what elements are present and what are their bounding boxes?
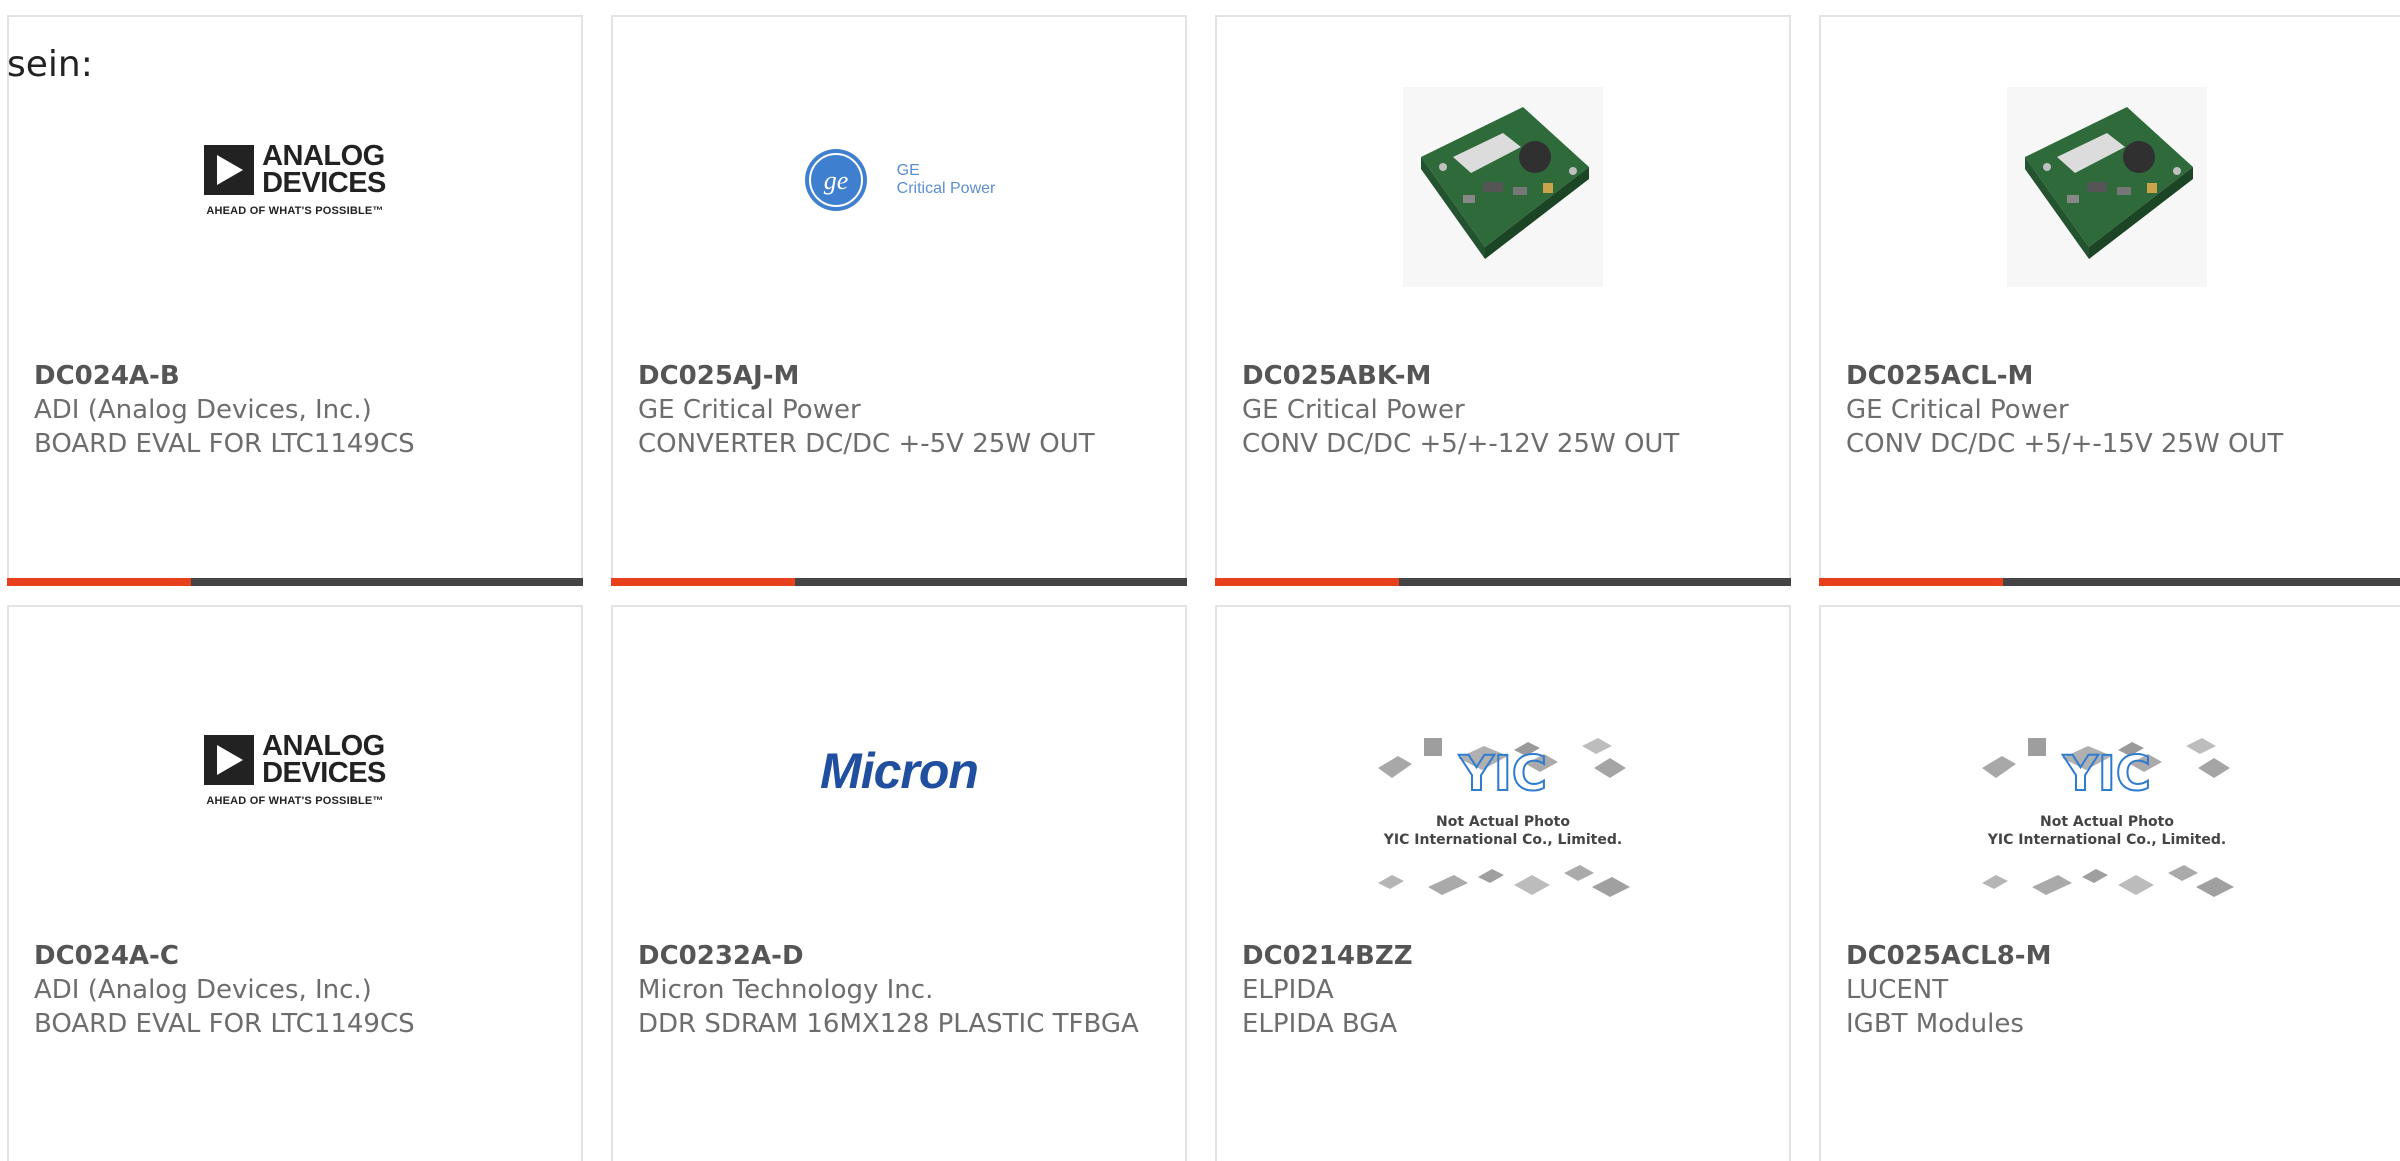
pcb-board-photo xyxy=(1403,87,1603,287)
manufacturer: Micron Technology Inc. xyxy=(638,975,934,1005)
ge-critical-power-logo: ge GE Critical Power xyxy=(803,147,996,213)
part-number-link[interactable]: DC025AJ-M xyxy=(638,359,1165,393)
logo-tagline: AHEAD OF WHAT'S POSSIBLE™ xyxy=(206,205,384,217)
card-bottom-bar xyxy=(1215,578,1791,586)
svg-text:YIC: YIC xyxy=(1458,746,1547,793)
product-image[interactable]: YIC Not Actual Photo YIC International C… xyxy=(1217,697,1789,937)
adi-triangle-icon xyxy=(204,145,255,195)
svg-text:ge: ge xyxy=(823,166,848,195)
chip-row-icon: YIC xyxy=(1378,737,1626,793)
manufacturer: ELPIDA xyxy=(1242,975,1334,1005)
logo-tagline: AHEAD OF WHAT'S POSSIBLE™ xyxy=(206,795,384,807)
intro-text: sein: xyxy=(7,44,93,85)
yic-placeholder: YIC Not Actual Photo YIC International C… xyxy=(1368,728,1638,907)
product-image[interactable] xyxy=(1821,87,2393,287)
chip-row-icon xyxy=(1982,864,2234,897)
analog-devices-logo: ANALOG DEVICES AHEAD OF WHAT'S POSSIBLE™ xyxy=(204,140,386,217)
placeholder-line2: YIC International Co., Limited. xyxy=(1987,831,2227,848)
product-image[interactable]: ANALOG DEVICES AHEAD OF WHAT'S POSSIBLE™ xyxy=(9,677,581,877)
chip-row-icon xyxy=(1378,864,1630,897)
logo-line1: ANALOG xyxy=(262,140,385,172)
placeholder-line1: Not Actual Photo xyxy=(1436,813,1570,830)
part-number-link[interactable]: DC0214BZZ xyxy=(1242,939,1769,973)
analog-devices-logo: ANALOG DEVICES AHEAD OF WHAT'S POSSIBLE™ xyxy=(204,730,386,807)
product-card[interactable]: ge GE Critical Power DC025AJ-M GE Critic… xyxy=(611,15,1187,586)
part-number-link[interactable]: DC024A-B xyxy=(34,359,561,393)
card-bottom-bar xyxy=(611,578,1187,586)
yic-placeholder: YIC Not Actual Photo YIC International C… xyxy=(1972,728,2242,907)
product-card[interactable]: YIC Not Actual Photo YIC International C… xyxy=(1819,605,2400,1161)
product-image[interactable]: Micron xyxy=(613,677,1185,877)
part-number-link[interactable]: DC024A-C xyxy=(34,939,561,973)
description: BOARD EVAL FOR LTC1149CS xyxy=(34,1009,415,1039)
pcb-board-photo xyxy=(2007,87,2207,287)
product-card[interactable]: DC025ACL-M GE Critical Power CONV DC/DC … xyxy=(1819,15,2400,586)
product-image[interactable] xyxy=(1217,87,1789,287)
logo-line1: ANALOG xyxy=(262,730,385,762)
logo-line1: GE xyxy=(896,162,920,179)
product-image[interactable]: YIC Not Actual Photo YIC International C… xyxy=(1821,697,2393,937)
product-card[interactable]: DC025ABK-M GE Critical Power CONV DC/DC … xyxy=(1215,15,1791,586)
product-card[interactable]: ANALOG DEVICES AHEAD OF WHAT'S POSSIBLE™… xyxy=(7,15,583,586)
logo-line2: DEVICES xyxy=(262,757,386,789)
micron-logo: Micron xyxy=(820,743,979,799)
manufacturer: GE Critical Power xyxy=(1242,395,1465,425)
product-card[interactable]: Micron DC0232A-D Micron Technology Inc. … xyxy=(611,605,1187,1161)
svg-text:YIC: YIC xyxy=(2062,746,2151,793)
part-number-link[interactable]: DC025ACL8-M xyxy=(1846,939,2387,973)
manufacturer: GE Critical Power xyxy=(1846,395,2069,425)
product-card[interactable]: YIC Not Actual Photo YIC International C… xyxy=(1215,605,1791,1161)
description: IGBT Modules xyxy=(1846,1009,2024,1039)
manufacturer: LUCENT xyxy=(1846,975,1949,1005)
manufacturer: ADI (Analog Devices, Inc.) xyxy=(34,395,372,425)
description: CONV DC/DC +5/+-15V 25W OUT xyxy=(1846,429,2284,459)
logo-line2: DEVICES xyxy=(262,167,386,199)
description: ELPIDA BGA xyxy=(1242,1009,1398,1039)
ge-emblem-icon: ge xyxy=(804,149,867,211)
product-image[interactable]: ge GE Critical Power xyxy=(613,87,1185,287)
product-card[interactable]: ANALOG DEVICES AHEAD OF WHAT'S POSSIBLE™… xyxy=(7,605,583,1161)
product-grid-page: sein: ANALOG DEVICES AHEAD OF WHAT'S POS… xyxy=(0,0,2400,1161)
description: CONV DC/DC +5/+-12V 25W OUT xyxy=(1242,429,1680,459)
product-image[interactable]: ANALOG DEVICES AHEAD OF WHAT'S POSSIBLE™ xyxy=(9,87,581,287)
part-number-link[interactable]: DC025ACL-M xyxy=(1846,359,2387,393)
description: BOARD EVAL FOR LTC1149CS xyxy=(34,429,415,459)
adi-triangle-icon xyxy=(204,735,255,785)
logo-line2: Critical Power xyxy=(896,180,996,197)
part-number-link[interactable]: DC0232A-D xyxy=(638,939,1165,973)
manufacturer: ADI (Analog Devices, Inc.) xyxy=(34,975,372,1005)
placeholder-line2: YIC International Co., Limited. xyxy=(1383,831,1623,848)
part-number-link[interactable]: DC025ABK-M xyxy=(1242,359,1769,393)
chip-row-icon: YIC xyxy=(1982,737,2230,793)
card-bottom-bar xyxy=(1819,578,2400,586)
placeholder-line1: Not Actual Photo xyxy=(2040,813,2174,830)
manufacturer: GE Critical Power xyxy=(638,395,861,425)
card-bottom-bar xyxy=(7,578,583,586)
description: DDR SDRAM 16MX128 PLASTIC TFBGA xyxy=(638,1009,1139,1039)
description: CONVERTER DC/DC +-5V 25W OUT xyxy=(638,429,1095,459)
